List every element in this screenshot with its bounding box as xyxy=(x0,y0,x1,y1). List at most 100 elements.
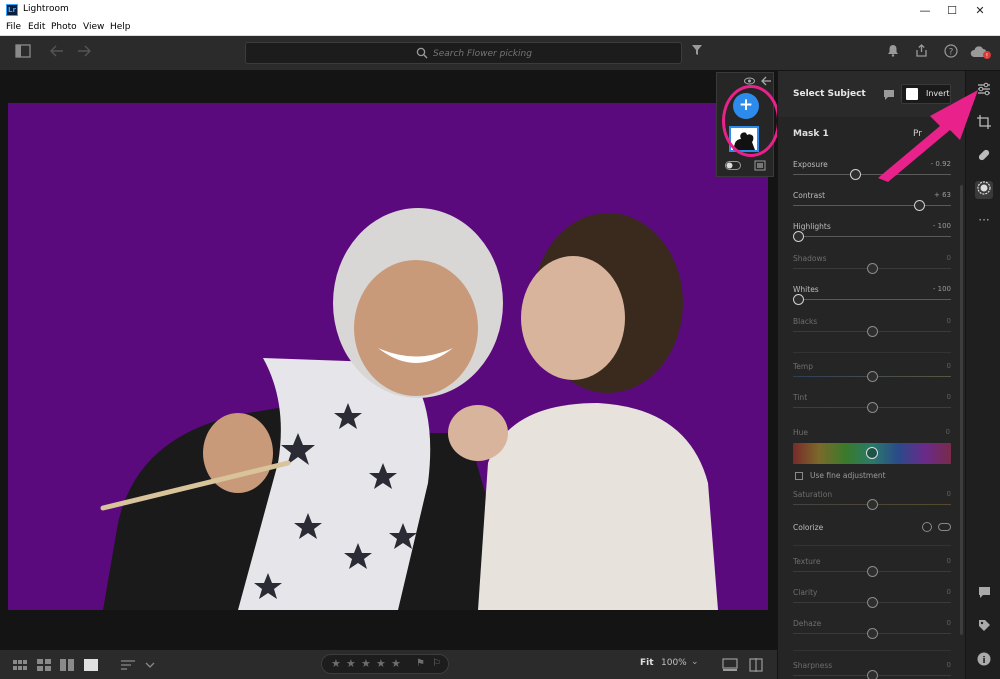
exposure-thumb[interactable] xyxy=(849,169,861,180)
overlay-settings-icon[interactable] xyxy=(754,160,766,171)
clarity-slider[interactable]: Clarity 0 xyxy=(793,588,951,616)
sharpness-slider[interactable]: Sharpness 0 xyxy=(793,661,951,679)
window-title-bar: Lr Lightroom — ☐ ✕ xyxy=(0,0,1000,21)
hue-slider-thumb[interactable] xyxy=(866,447,878,459)
clarity-value[interactable]: 0 xyxy=(947,588,951,596)
forward-arrow-icon[interactable] xyxy=(75,44,93,62)
svg-text:?: ? xyxy=(949,48,954,58)
fine-adjustment-checkbox[interactable] xyxy=(795,472,803,480)
back-arrow-icon[interactable] xyxy=(48,44,66,62)
help-icon[interactable]: ? xyxy=(942,44,960,62)
overlay-toggle-icon[interactable] xyxy=(725,161,741,170)
temp-slider[interactable]: Temp 0 xyxy=(793,362,951,390)
contrast-track[interactable] xyxy=(793,205,951,206)
blacks-slider[interactable]: Blacks 0 xyxy=(793,317,951,345)
saturation-value[interactable]: 0 xyxy=(947,490,951,498)
rating-star-1[interactable]: ★ xyxy=(331,657,341,670)
select-subject-title: Select Subject xyxy=(793,89,866,99)
photo-canvas[interactable] xyxy=(0,71,777,649)
highlights-slider[interactable]: Highlights - 100 xyxy=(793,222,951,250)
rating-star-3[interactable]: ★ xyxy=(361,657,371,670)
reject-flag-icon[interactable]: ⚐ xyxy=(432,658,441,669)
fit-zoom-button[interactable]: Fit xyxy=(640,658,654,668)
sharpness-label: Sharpness xyxy=(793,661,833,670)
notifications-icon[interactable] xyxy=(884,44,902,62)
panel-scrollbar[interactable] xyxy=(960,185,963,635)
tint-thumb[interactable] xyxy=(867,402,878,413)
menu-edit[interactable]: Edit xyxy=(28,22,45,32)
blacks-thumb[interactable] xyxy=(867,326,878,337)
temp-thumb[interactable] xyxy=(867,371,878,382)
filter-icon[interactable] xyxy=(688,44,706,62)
sharpness-value[interactable]: 0 xyxy=(947,661,951,669)
rating-star-2[interactable]: ★ xyxy=(346,657,356,670)
split-view-icon[interactable] xyxy=(748,658,764,672)
tint-slider[interactable]: Tint 0 xyxy=(793,393,951,421)
texture-thumb[interactable] xyxy=(867,566,878,577)
dehaze-slider[interactable]: Dehaze 0 xyxy=(793,619,951,647)
close-button[interactable]: ✕ xyxy=(963,0,997,21)
tint-value[interactable]: 0 xyxy=(947,393,951,401)
collapse-arrow-icon[interactable] xyxy=(761,76,772,86)
more-icon[interactable]: ··· xyxy=(975,211,993,229)
shadows-slider[interactable]: Shadows 0 xyxy=(793,254,951,282)
sort-icon[interactable] xyxy=(120,658,136,672)
cloud-sync-icon[interactable]: ! xyxy=(970,44,992,62)
rating-star-5[interactable]: ★ xyxy=(391,657,401,670)
zoom-level[interactable]: 100% xyxy=(661,658,687,668)
shadows-value[interactable]: 0 xyxy=(947,254,951,262)
whites-value[interactable]: - 100 xyxy=(933,285,951,293)
info-icon[interactable]: i xyxy=(975,652,993,670)
whites-thumb[interactable] xyxy=(793,294,804,305)
sharpness-thumb[interactable] xyxy=(867,670,878,679)
detail-view-icon[interactable] xyxy=(83,658,99,672)
texture-slider[interactable]: Texture 0 xyxy=(793,557,951,585)
whites-label: Whites xyxy=(793,285,819,294)
temp-value[interactable]: 0 xyxy=(947,362,951,370)
contrast-slider[interactable]: Contrast + 63 xyxy=(793,191,951,219)
grid-view-icon[interactable] xyxy=(12,658,28,672)
highlights-track[interactable] xyxy=(793,236,951,237)
annotation-highlight-ring xyxy=(722,85,780,157)
menu-view[interactable]: View xyxy=(83,22,104,32)
menu-photo[interactable]: Photo xyxy=(51,22,77,32)
whites-track[interactable] xyxy=(793,299,951,300)
svg-text:!: ! xyxy=(986,53,988,60)
hue-slider[interactable] xyxy=(793,443,951,464)
contrast-thumb[interactable] xyxy=(914,200,926,211)
highlights-thumb[interactable] xyxy=(793,231,804,242)
whites-slider[interactable]: Whites - 100 xyxy=(793,285,951,313)
chevron-down-icon[interactable] xyxy=(142,658,158,672)
pick-flag-icon[interactable]: ⚑ xyxy=(416,658,425,669)
saturation-thumb[interactable] xyxy=(867,499,878,510)
menu-help[interactable]: Help xyxy=(110,22,131,32)
highlights-value[interactable]: - 100 xyxy=(933,222,951,230)
share-icon[interactable] xyxy=(912,44,930,62)
shadows-thumb[interactable] xyxy=(867,263,878,274)
texture-value[interactable]: 0 xyxy=(947,557,951,565)
tag-icon[interactable] xyxy=(975,619,993,637)
saturation-slider[interactable]: Saturation 0 xyxy=(793,490,951,518)
search-input[interactable] xyxy=(433,46,663,61)
mask-name: Mask 1 xyxy=(793,129,829,139)
compare-view-icon[interactable] xyxy=(59,658,75,672)
colorize-toggle[interactable] xyxy=(938,523,951,531)
eye-icon[interactable] xyxy=(744,77,755,85)
dehaze-thumb[interactable] xyxy=(867,628,878,639)
before-after-icon[interactable] xyxy=(722,658,738,672)
zoom-chevron-icon[interactable]: ⌄ xyxy=(691,657,699,667)
menu-file[interactable]: File xyxy=(6,22,21,32)
comments-icon[interactable] xyxy=(975,586,993,604)
rating-star-4[interactable]: ★ xyxy=(376,657,386,670)
window-title: Lightroom xyxy=(23,4,69,14)
blacks-value[interactable]: 0 xyxy=(947,317,951,325)
dehaze-value[interactable]: 0 xyxy=(947,619,951,627)
panel-toggle-icon[interactable] xyxy=(14,44,32,62)
square-grid-view-icon[interactable] xyxy=(36,658,52,672)
colorize-label: Colorize xyxy=(793,523,824,532)
search-box[interactable] xyxy=(245,42,682,64)
search-icon xyxy=(416,47,428,59)
clarity-thumb[interactable] xyxy=(867,597,878,608)
contrast-value[interactable]: + 63 xyxy=(934,191,951,199)
colorize-swatch[interactable] xyxy=(922,522,932,532)
